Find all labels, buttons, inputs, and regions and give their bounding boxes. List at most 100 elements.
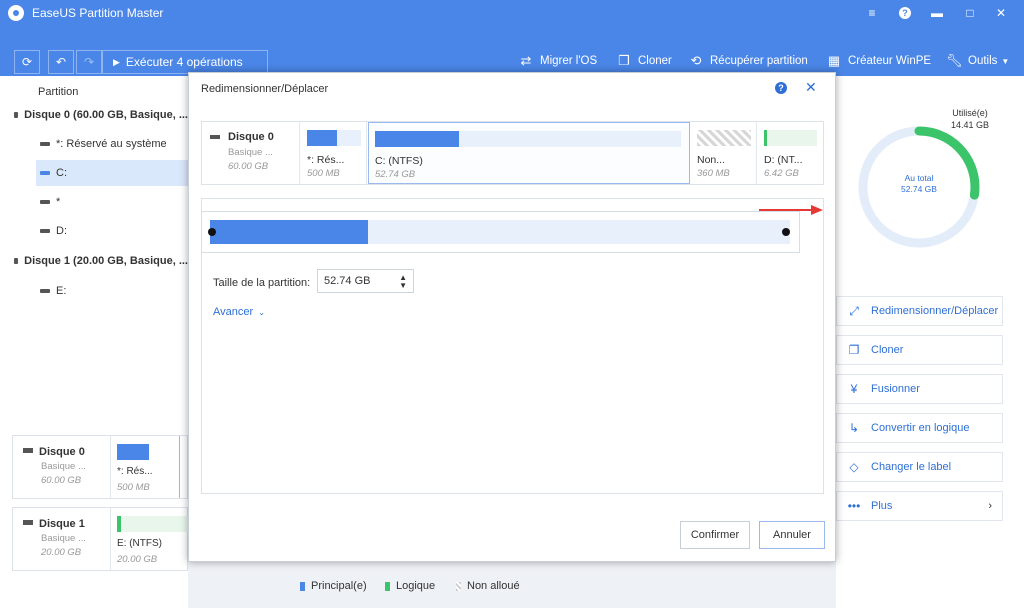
disk-map-disk-1[interactable]: Disque 1 Basique ... 20.00 GB E: (NTFS) …	[12, 507, 189, 571]
tools-icon: 🔧︎	[946, 53, 963, 68]
divider	[110, 436, 111, 498]
menu-icon[interactable]: ≡	[857, 0, 887, 26]
disk-map-partition-label: E: (NTFS)	[117, 538, 162, 549]
tree-disk-0[interactable]: Disque 0 (60.00 GB, Basique, ...	[0, 102, 188, 128]
redo-button[interactable]: ↷	[76, 50, 102, 74]
action-resize-move[interactable]: ⤢ Redimensionner/Déplacer	[836, 296, 1003, 326]
disk-map-disk-0-size: 60.00 GB	[41, 475, 82, 486]
maximize-icon[interactable]: □	[955, 0, 985, 26]
partition-bar-e-free	[121, 516, 189, 532]
partition-size: 6.42 GB	[764, 168, 799, 179]
partition-size: 52.74 GB	[375, 169, 416, 180]
action-convert-logical[interactable]: ↳ Convertir en logique	[836, 413, 1003, 443]
execute-label: Exécuter 4 opérations	[125, 55, 243, 69]
dialog-disk-size: 60.00 GB	[228, 161, 269, 172]
legend-primary: Principal(e)	[300, 580, 367, 592]
disk-map-disk-0[interactable]: Disque 0 Basique ... 60.00 GB *: Rés... …	[12, 435, 188, 499]
legend-logical: Logique	[385, 580, 435, 592]
spinner-arrows-icon[interactable]: ▲ ▼	[399, 274, 407, 290]
partition-icon	[40, 171, 50, 175]
action-more-label: Plus	[871, 500, 893, 512]
partition-label: D: (NT...	[764, 154, 803, 166]
action-merge-label: Fusionner	[871, 383, 920, 395]
partition-icon	[40, 142, 50, 146]
divider	[179, 436, 180, 498]
partition-size-label: Taille de la partition:	[213, 277, 311, 289]
red-arrow-annotation	[759, 205, 823, 215]
tree-partition-d[interactable]: D:	[0, 218, 188, 244]
minimize-icon[interactable]: ▬	[922, 0, 952, 26]
legend-unallocated-label: Non alloué	[467, 580, 520, 592]
disk-map-partition-label: *: Rés...	[117, 466, 153, 477]
partition-bar	[307, 130, 337, 146]
help-icon[interactable]: ?	[890, 0, 920, 26]
close-window-icon[interactable]: ✕	[986, 0, 1016, 26]
execute-operations-button[interactable]: ▶ Exécuter 4 opérations	[102, 50, 268, 74]
disk-icon	[14, 112, 19, 118]
tree-disk-1-label: Disque 1 (20.00 GB, Basique, ...	[24, 255, 188, 267]
slider-track	[210, 220, 790, 244]
tree-partition-reserved[interactable]: *: Réservé au système	[0, 131, 188, 157]
total-label: Au total	[904, 173, 934, 183]
cancel-button[interactable]: Annuler	[759, 521, 825, 549]
tree-disk-1[interactable]: Disque 1 (20.00 GB, Basique, ...	[0, 248, 188, 274]
tools-label: Outils	[968, 55, 998, 67]
partition-resize-slider[interactable]	[201, 211, 800, 253]
recover-icon: ⟲	[690, 53, 702, 68]
chevron-down-icon: ▼	[1001, 56, 1010, 66]
tree-partition-d-label: D:	[56, 225, 67, 237]
recover-partition-button[interactable]: ⟲ Récupérer partition	[688, 50, 808, 72]
dialog-partition-reserved[interactable]: *: Rés... 500 MB	[301, 122, 367, 184]
action-merge[interactable]: ¥ Fusionner	[836, 374, 1003, 404]
dialog-partition-unallocated[interactable]: Non... 360 MB	[691, 122, 757, 184]
disk-map-disk-1-size: 20.00 GB	[41, 547, 82, 558]
disk-icon	[210, 135, 220, 139]
advanced-toggle[interactable]: Avancer ⌄	[213, 306, 265, 318]
winpe-icon: ▦	[827, 53, 841, 68]
migrate-os-label: Migrer l'OS	[540, 55, 598, 67]
partition-size-value: 52.74 GB	[324, 275, 371, 287]
partition-icon	[40, 200, 50, 204]
disk-map-disk-1-name: Disque 1	[39, 518, 85, 530]
slider-right-handle[interactable]	[782, 228, 790, 236]
tree-partition-unallocated-label: *	[56, 196, 61, 208]
action-clone[interactable]: ❐ Cloner	[836, 335, 1003, 365]
legend-primary-label: Principal(e)	[311, 580, 367, 592]
partition-icon	[40, 229, 50, 233]
tools-button[interactable]: 🔧︎ Outils ▼	[946, 50, 1009, 72]
divider	[110, 508, 111, 570]
partition-bar	[697, 130, 751, 146]
partition-bar-free	[767, 130, 817, 146]
clone-label: Cloner	[638, 55, 672, 67]
primary-swatch	[300, 581, 305, 591]
refresh-button[interactable]: ⟳	[14, 50, 40, 74]
dialog-close-icon[interactable]: ✕	[805, 79, 817, 96]
migrate-os-button[interactable]: ⇄ Migrer l'OS	[518, 50, 598, 72]
partition-size-input[interactable]: 52.74 GB ▲ ▼	[317, 269, 414, 293]
dialog-partition-d[interactable]: D: (NT... 6.42 GB	[758, 122, 824, 184]
legend-unallocated: Non alloué	[456, 580, 520, 592]
dialog-help-icon[interactable]: ?	[775, 82, 787, 94]
more-icon: •••	[847, 499, 861, 513]
action-change-label[interactable]: ◇ Changer le label	[836, 452, 1003, 482]
action-more[interactable]: ••• Plus ›	[836, 491, 1003, 521]
tree-partition-e[interactable]: E:	[0, 278, 188, 304]
action-change-label-label: Changer le label	[871, 461, 952, 473]
dialog-title: Redimensionner/Déplacer	[201, 83, 329, 95]
confirm-button[interactable]: Confirmer	[680, 521, 750, 549]
winpe-creator-label: Créateur WinPE	[848, 55, 932, 67]
slider-left-handle[interactable]	[208, 228, 216, 236]
action-resize-move-label: Redimensionner/Déplacer	[871, 305, 999, 317]
resize-icon: ⤢	[849, 303, 859, 318]
undo-button[interactable]: ↶	[48, 50, 74, 74]
clone-toolbar-button[interactable]: ❐ Cloner	[616, 50, 672, 72]
tree-partition-reserved-label: *: Réservé au système	[56, 138, 167, 150]
dialog-partition-c[interactable]: C: (NTFS) 52.74 GB	[368, 122, 690, 184]
disk-map-partition-size: 20.00 GB	[117, 554, 158, 565]
chevron-right-icon: ›	[988, 500, 992, 512]
tree-partition-unallocated[interactable]: *	[0, 189, 188, 215]
merge-icon: ¥	[850, 382, 858, 396]
tree-disk-0-label: Disque 0 (60.00 GB, Basique, ...	[24, 109, 188, 121]
winpe-creator-button[interactable]: ▦ Créateur WinPE	[826, 50, 931, 72]
tree-partition-c[interactable]: C:	[36, 160, 188, 186]
